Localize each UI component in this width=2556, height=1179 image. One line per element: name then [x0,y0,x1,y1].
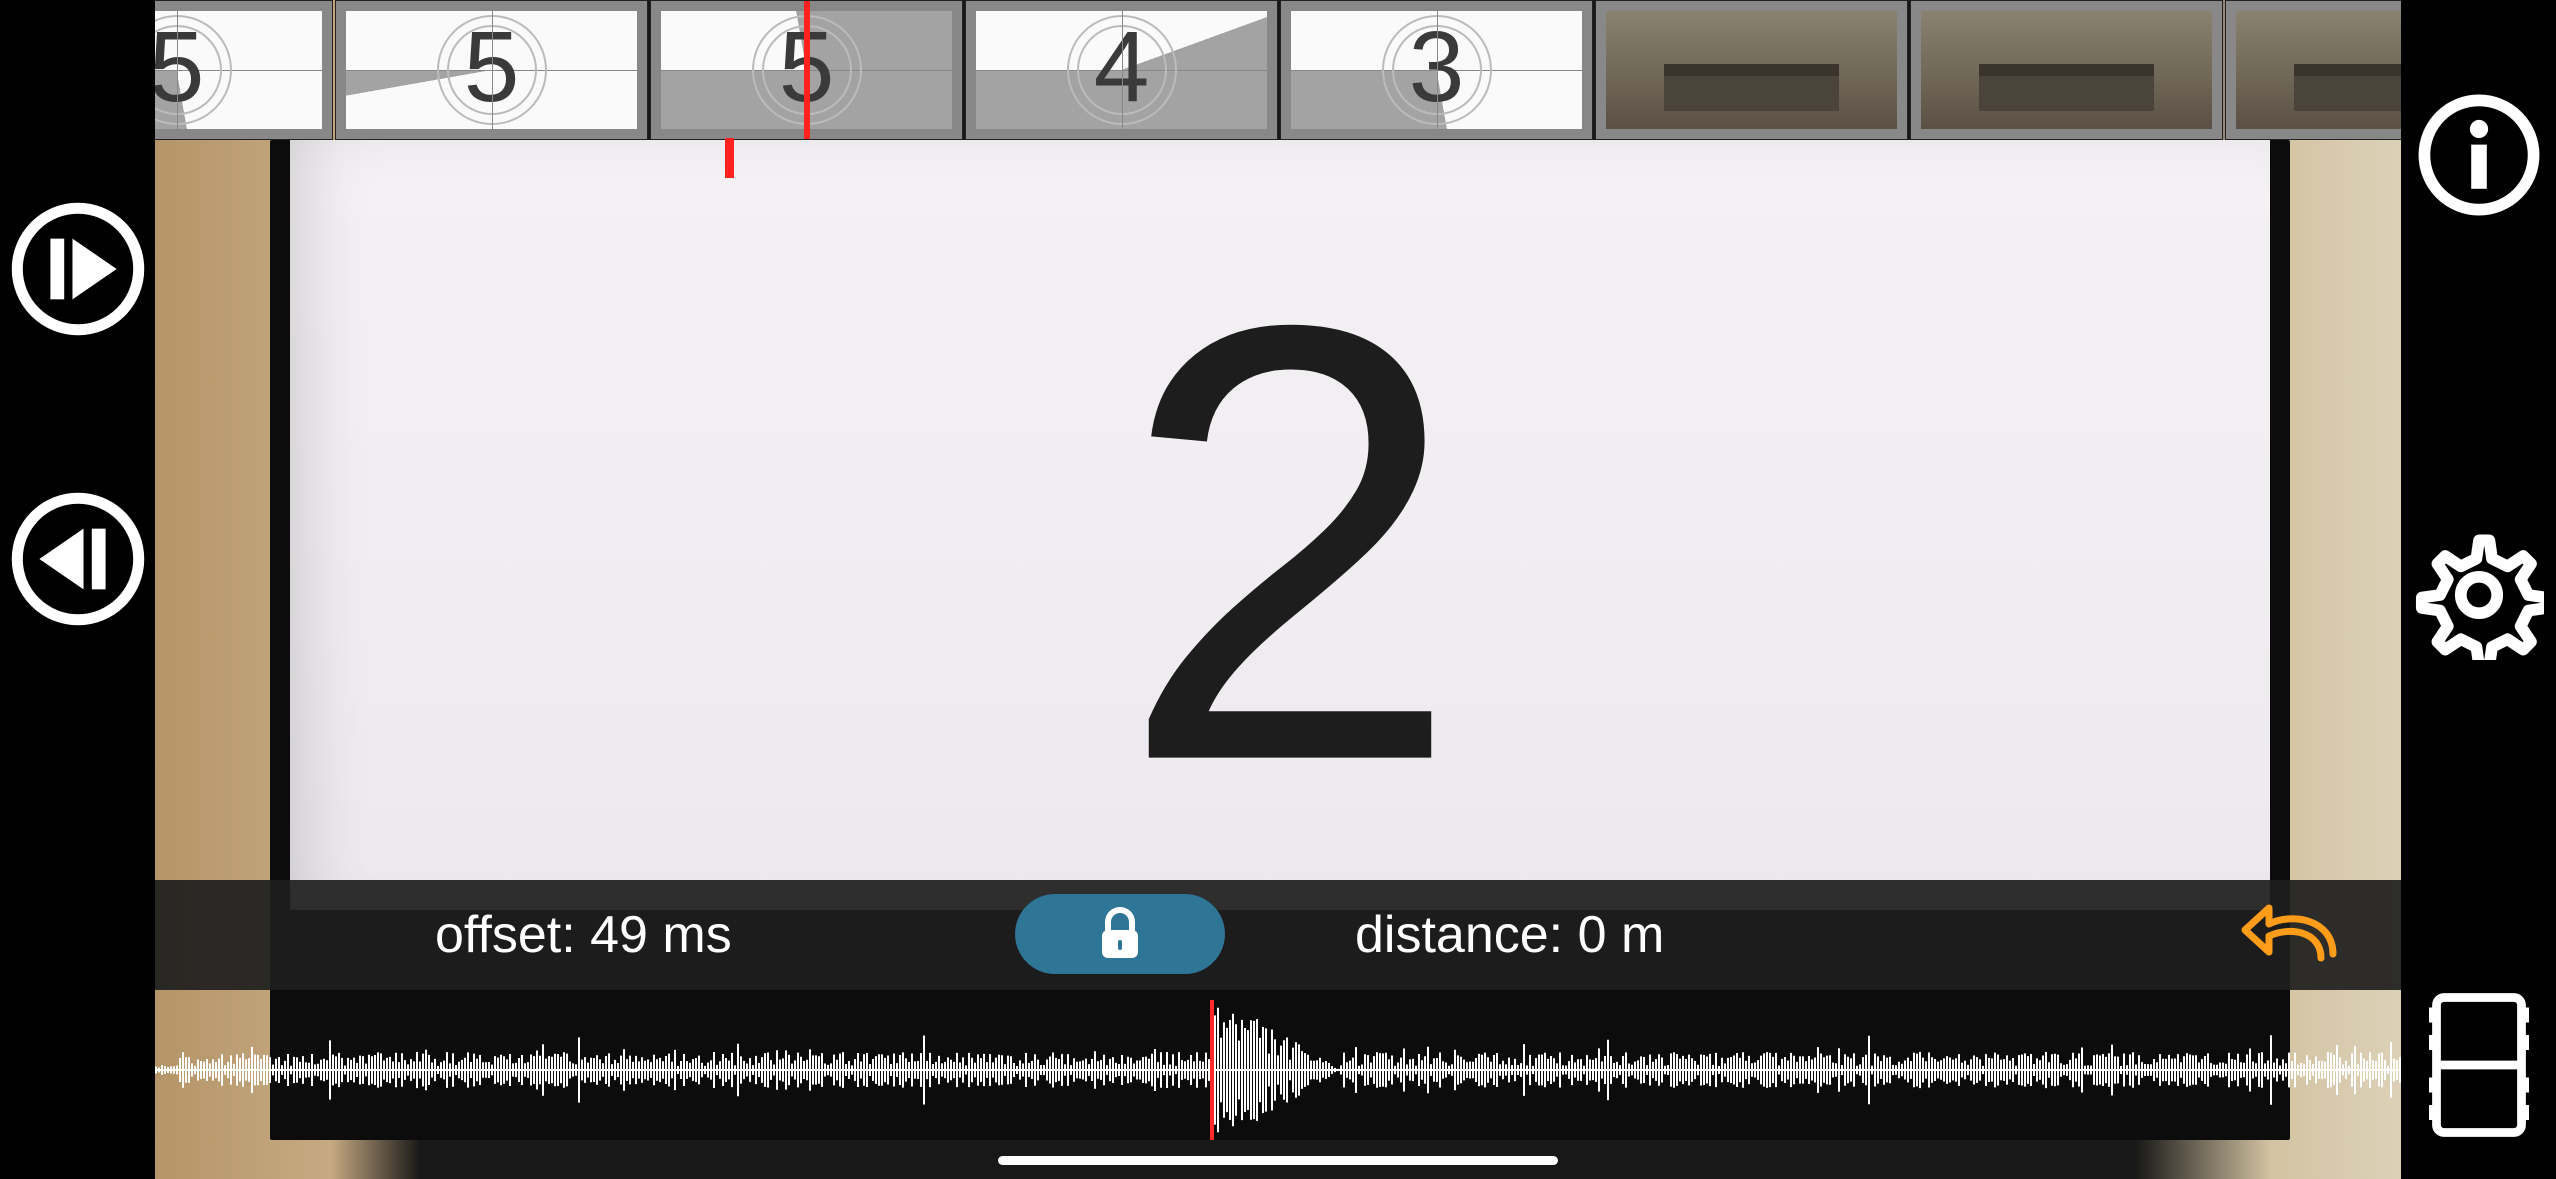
thumbnail-number: 4 [1094,10,1150,125]
thumbnail-number: 5 [464,10,520,125]
preview-countdown-number: 2 [1118,234,1443,854]
filmstrip-button[interactable] [2414,990,2544,1140]
filmstrip-icon [2414,990,2544,1140]
video-preview[interactable]: 2 [290,140,2270,910]
undo-icon [2241,898,2341,972]
app-root: 5 5 5 4 3 2 offset: 49 ms distance: 0 m [0,0,2556,1179]
lock-button[interactable] [1015,894,1225,974]
lock-icon [1097,906,1143,962]
info-button[interactable] [2414,90,2544,220]
waveform-graphic [0,1000,2556,1140]
gear-icon [2414,530,2544,660]
thumbnail-strip[interactable]: 5 5 5 4 3 [20,0,2536,140]
filmstrip-playhead [725,138,734,178]
offset-readout: offset: 49 ms [435,905,732,965]
step-forward-button[interactable] [9,200,147,338]
step-back-button[interactable] [9,490,147,628]
step-forward-icon [9,200,147,338]
thumbnail-number: 5 [779,10,835,125]
thumbnail-number: 3 [1409,10,1465,125]
distance-readout: distance: 0 m [1355,905,1664,965]
undo-button[interactable] [2241,898,2341,972]
info-icon [2414,90,2544,220]
right-toolbar [2401,0,2556,1179]
audio-waveform[interactable] [0,1000,2556,1140]
waveform-playhead [1210,1000,1214,1140]
thumbnail[interactable]: 5 [650,0,963,140]
settings-button[interactable] [2414,530,2544,660]
thumbnail-number: 5 [149,10,205,125]
left-toolbar [0,0,155,1179]
thumbnail[interactable]: 3 [1280,0,1593,140]
thumbnail[interactable] [1910,0,2223,140]
thumbnail[interactable]: 4 [965,0,1278,140]
info-bar: offset: 49 ms distance: 0 m [155,880,2401,990]
thumbnail[interactable] [1595,0,1908,140]
step-back-icon [9,490,147,628]
thumbnail[interactable]: 5 [335,0,648,140]
home-indicator[interactable] [998,1156,1558,1165]
